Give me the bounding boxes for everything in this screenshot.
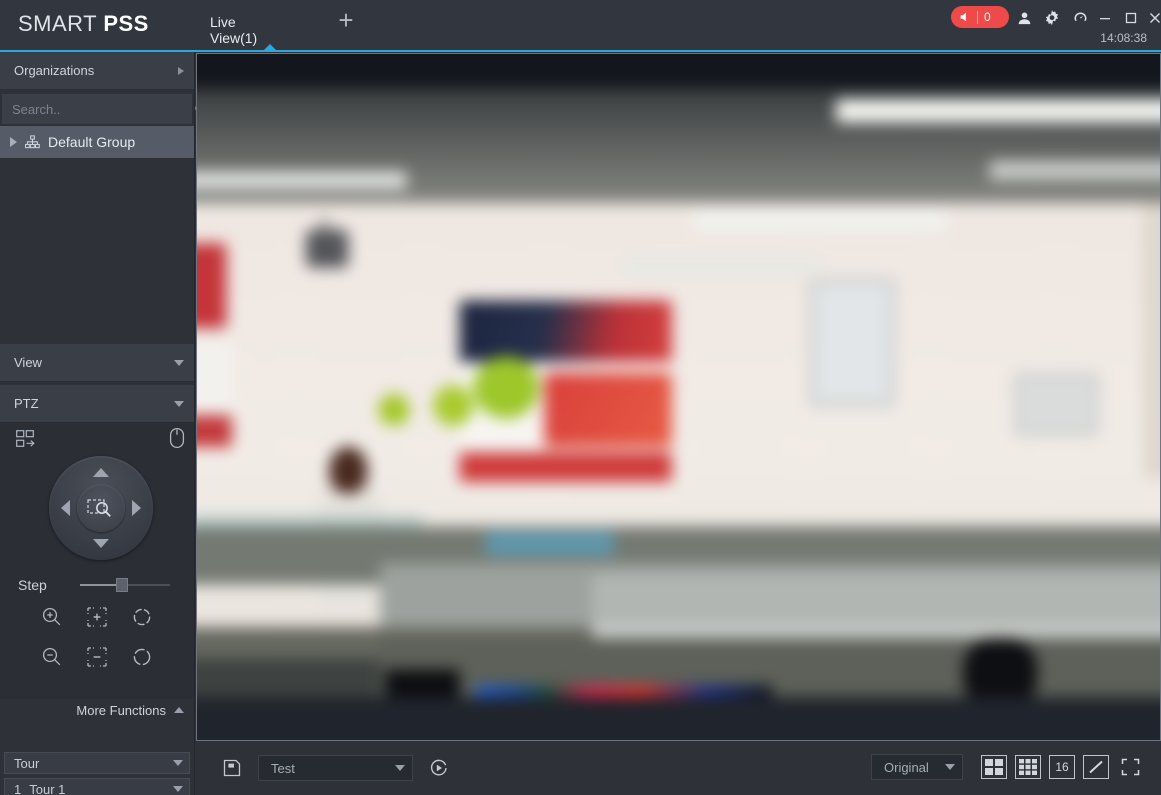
mouse-icon[interactable] xyxy=(168,427,186,449)
bottom-right-controls: Original 16 xyxy=(871,754,1143,780)
maximize-button[interactable] xyxy=(1119,7,1143,29)
title-bar: SMART PSS Live View(1) + 0 14:08:38 xyxy=(0,0,1161,50)
ptz-section-header[interactable]: PTZ xyxy=(0,385,194,423)
ptz-button-grid xyxy=(0,602,194,672)
pattern-grid-icon[interactable] xyxy=(16,430,38,448)
more-functions-label: More Functions xyxy=(76,702,166,718)
left-sidebar: Organizations Default Group View PTZ xyxy=(0,52,211,795)
step-slider[interactable] xyxy=(80,578,170,592)
active-tab-indicator xyxy=(264,44,276,50)
group-node-icon xyxy=(25,135,40,149)
tour-mode-select[interactable]: Tour xyxy=(4,752,190,774)
chevron-up-icon xyxy=(174,707,184,713)
alarm-count: 0 xyxy=(984,10,991,24)
chevron-down-icon xyxy=(395,765,405,771)
tour-index: 1 xyxy=(14,781,22,795)
ratio-select-value: Original xyxy=(884,759,929,775)
tree-item-label: Default Group xyxy=(48,134,136,150)
speedometer-icon[interactable] xyxy=(1069,7,1091,29)
search-row[interactable] xyxy=(2,94,211,124)
iris-close-button[interactable] xyxy=(127,642,157,672)
expand-triangle-icon[interactable] xyxy=(10,137,17,147)
chevron-down-icon xyxy=(945,764,955,770)
tree-empty-area xyxy=(0,158,194,298)
minimize-button[interactable] xyxy=(1093,7,1117,29)
video-stream xyxy=(197,54,1160,740)
tour-name: Tour 1 xyxy=(29,781,66,795)
alarm-badge[interactable]: 0 xyxy=(951,6,1009,28)
joystick-up-arrow[interactable] xyxy=(93,468,109,477)
layout-custom-split-button[interactable] xyxy=(1083,755,1109,779)
area-zoom-icon[interactable] xyxy=(77,484,125,532)
view-select-value: Test xyxy=(271,760,295,776)
layout-16-split-button[interactable]: 16 xyxy=(1049,755,1075,779)
more-functions-row[interactable]: More Functions xyxy=(0,696,194,724)
view-section-label: View xyxy=(14,355,42,370)
iris-open-button[interactable] xyxy=(127,602,157,632)
live-view-video-panel[interactable] xyxy=(196,53,1161,741)
refresh-play-icon[interactable] xyxy=(425,754,453,782)
joystick-left-arrow[interactable] xyxy=(61,500,70,516)
ptz-top-icons xyxy=(0,424,194,454)
tour-select[interactable]: 1 Tour 1 xyxy=(4,778,190,795)
speaker-icon xyxy=(958,10,972,24)
joystick-down-arrow[interactable] xyxy=(93,539,109,548)
brand-bold: PSS xyxy=(103,11,149,36)
fullscreen-button[interactable] xyxy=(1117,755,1143,779)
organizations-header[interactable]: Organizations xyxy=(0,52,194,90)
chevron-down-icon xyxy=(173,786,183,792)
ptz-step-row: Step xyxy=(0,572,194,598)
layout-4-split-button[interactable] xyxy=(981,755,1007,779)
bottom-toolbar: Test Original 16 xyxy=(196,743,1161,795)
chevron-down-icon xyxy=(173,760,183,766)
clock: 14:08:38 xyxy=(1100,31,1147,45)
focus-near-button[interactable] xyxy=(82,602,112,632)
smart-pss-window: SMART PSS Live View(1) + 0 14:08:38 Orga… xyxy=(0,0,1161,795)
zoom-out-button[interactable] xyxy=(37,642,67,672)
brand-light: SMART xyxy=(18,11,104,36)
user-icon[interactable] xyxy=(1013,7,1035,29)
joystick-right-arrow[interactable] xyxy=(132,500,141,516)
chevron-down-icon xyxy=(174,400,184,407)
alarm-divider xyxy=(977,10,978,24)
step-label: Step xyxy=(18,577,47,593)
tab-live-view[interactable]: Live View(1) xyxy=(210,14,257,46)
ptz-panel: Step More Functions xyxy=(0,424,194,718)
save-floppy-icon[interactable] xyxy=(218,754,246,782)
app-logo: SMART PSS xyxy=(18,11,149,37)
close-button[interactable] xyxy=(1143,7,1161,29)
tour-controls: Tour 1 Tour 1 xyxy=(0,752,194,795)
focus-far-button[interactable] xyxy=(82,642,112,672)
tour-mode-value: Tour xyxy=(14,755,40,771)
ptz-section-label: PTZ xyxy=(14,396,39,411)
ratio-select[interactable]: Original xyxy=(871,754,963,780)
bottom-left-controls: Test xyxy=(218,754,453,782)
slider-track-empty xyxy=(122,584,170,586)
layout-9-split-button[interactable] xyxy=(1015,755,1041,779)
slider-knob[interactable] xyxy=(116,578,128,592)
tree-item-default-group[interactable]: Default Group xyxy=(0,126,194,158)
add-tab-button[interactable]: + xyxy=(332,6,360,34)
ptz-joystick[interactable] xyxy=(49,456,153,560)
search-input[interactable] xyxy=(2,95,194,123)
view-select[interactable]: Test xyxy=(258,755,413,781)
arrow-right-icon xyxy=(178,66,184,75)
organizations-label: Organizations xyxy=(14,63,95,78)
zoom-in-button[interactable] xyxy=(37,602,67,632)
view-section-header[interactable]: View xyxy=(0,344,194,382)
chevron-down-icon xyxy=(174,359,184,366)
gear-icon[interactable] xyxy=(1041,7,1063,29)
